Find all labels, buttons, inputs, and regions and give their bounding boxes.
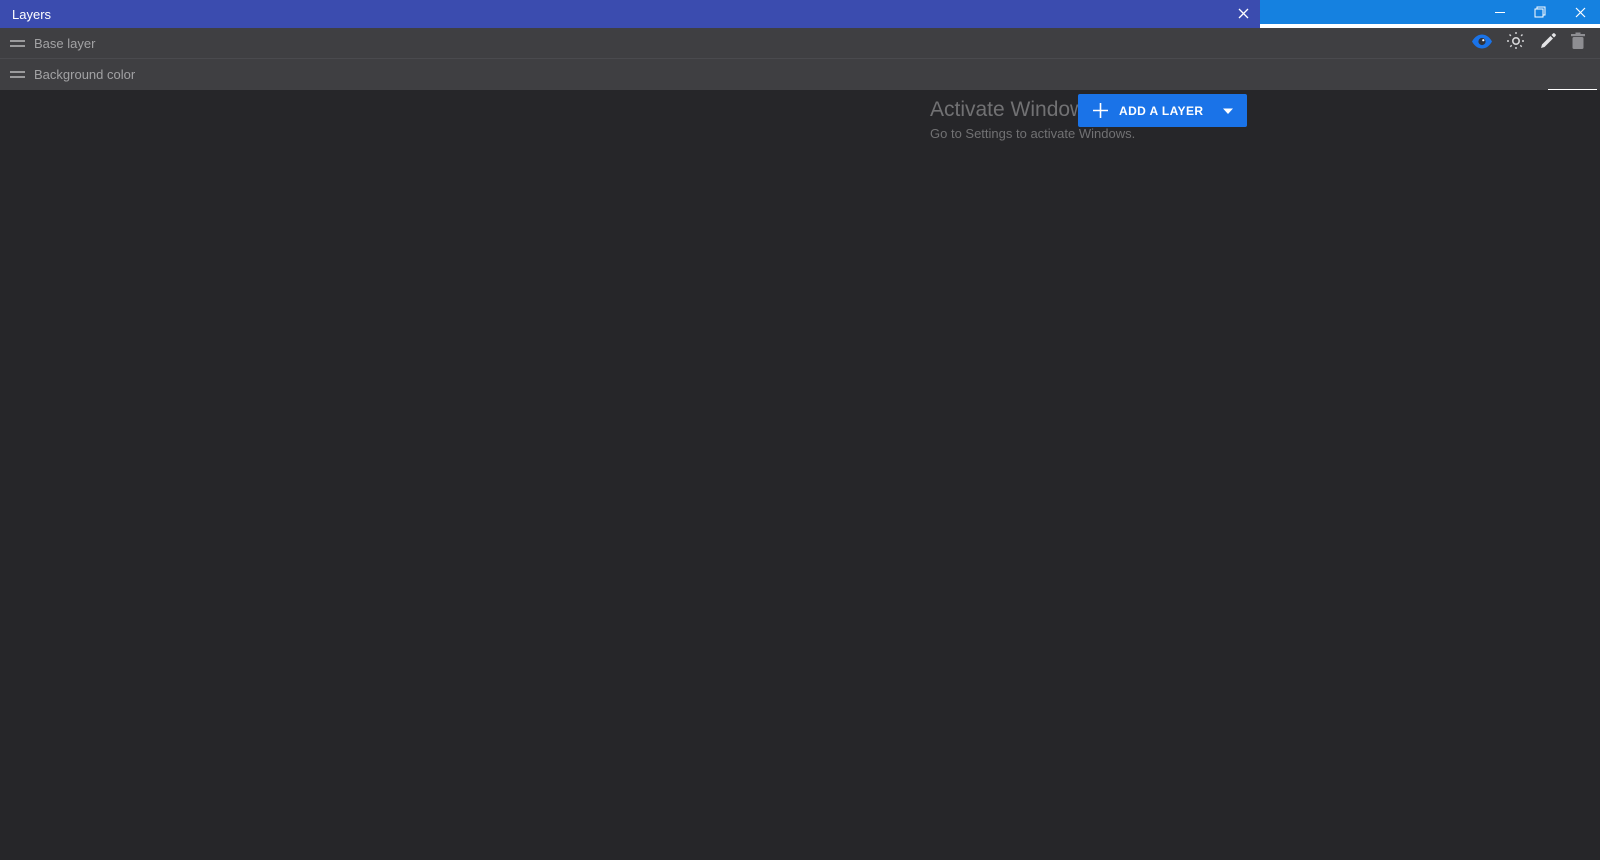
activate-windows-watermark-sub: Go to Settings to activate Windows. <box>930 126 1135 141</box>
layers-panel-header: Layers <box>0 0 1260 28</box>
layers-panel-footer <box>0 90 1600 860</box>
restore-icon <box>1534 6 1546 18</box>
add-layer-label: ADD A LAYER <box>1119 104 1222 118</box>
close-window-button[interactable] <box>1560 0 1600 24</box>
layer-visibility-icon[interactable] <box>1471 34 1493 54</box>
layer-edit-icon[interactable] <box>1539 32 1557 55</box>
layer-name: Background color <box>34 67 135 82</box>
layer-delete-icon[interactable] <box>1570 32 1586 55</box>
minimize-button[interactable] <box>1480 0 1520 24</box>
minimize-icon <box>1495 7 1506 18</box>
layer-effects-icon[interactable] <box>1506 31 1526 56</box>
close-icon <box>1575 7 1586 18</box>
layers-list: Base layer <box>0 28 1600 90</box>
gdevelop-window: G GDevelop 5 - C:\Users\Sparkle\OneDrive… <box>0 0 1600 860</box>
activate-windows-watermark: Activate Windows <box>930 98 1096 122</box>
layers-panel: Layers Base layer <box>0 0 1260 188</box>
layer-name: Base layer <box>34 36 95 51</box>
drag-handle-icon[interactable] <box>10 40 25 47</box>
caret-down-icon[interactable] <box>1222 107 1234 115</box>
layers-panel-title: Layers <box>12 7 51 22</box>
restore-button[interactable] <box>1520 0 1560 24</box>
layer-row-base[interactable]: Base layer <box>0 28 1600 59</box>
add-layer-button[interactable]: ADD A LAYER <box>1078 94 1247 127</box>
close-panel-icon[interactable] <box>1238 7 1249 22</box>
drag-handle-icon[interactable] <box>10 71 25 78</box>
plus-icon <box>1092 102 1109 119</box>
layer-row-background-color[interactable]: Background color <box>0 59 1600 90</box>
